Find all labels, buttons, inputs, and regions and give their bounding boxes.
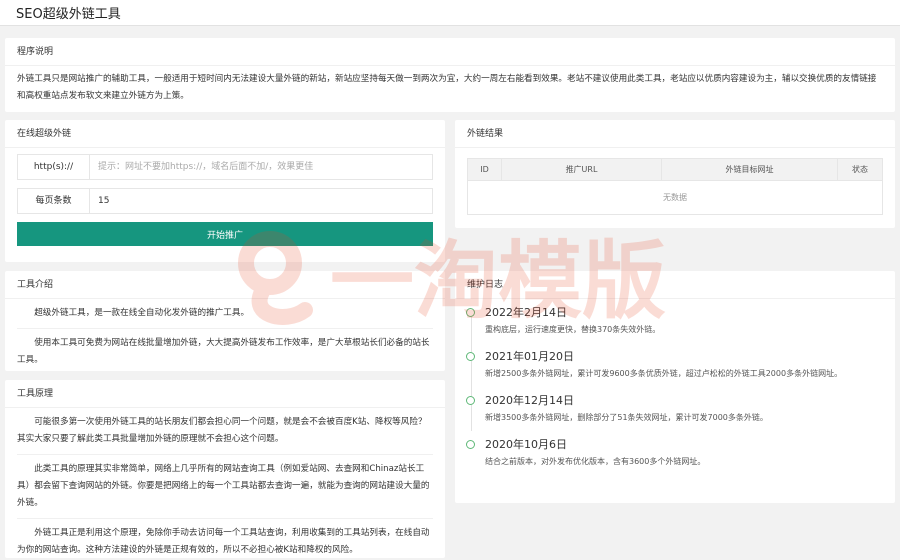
program-title: 程序说明	[5, 38, 895, 66]
principle-paragraph: 此类工具的原理其实非常简单，网络上几乎所有的网站查询工具（例如爱站网、去查网和C…	[17, 455, 433, 519]
log-text: 结合之前版本，对外发布优化版本，含有3600多个外链网址。	[485, 457, 706, 466]
per-page-label: 每页条数	[17, 188, 89, 214]
url-input[interactable]	[89, 154, 433, 180]
empty-text: 无数据	[467, 180, 883, 215]
log-card: 维护日志 2022年2月14日 重构底层，运行速度更快，替换370条失效外链。 …	[455, 271, 895, 503]
timeline-dot-icon	[466, 352, 475, 361]
timeline-item: 2021年01月20日 新增2500多条外链网址，累计可发9600多条优质外链，…	[466, 349, 895, 383]
col-target-url: 外链目标网址	[661, 158, 838, 181]
log-date: 2022年2月14日	[485, 306, 567, 319]
per-page-input[interactable]	[89, 188, 433, 214]
timeline-item: 2020年10月6日 结合之前版本，对外发布优化版本，含有3600多个外链网址。	[466, 437, 895, 471]
page-header: SEO超级外链工具	[0, 0, 900, 26]
log-text: 新增2500多条外链网址，累计可发9600多条优质外链，超过卢松松的外链工具20…	[485, 369, 843, 378]
intro-title: 工具介绍	[5, 271, 445, 299]
principle-paragraph: 可能很多第一次使用外链工具的站长朋友们都会担心同一个问题，就是会不会被百度K站、…	[17, 408, 433, 455]
intro-paragraph: 超级外链工具，是一款在线全自动化发外链的推广工具。	[17, 299, 433, 329]
principle-title: 工具原理	[5, 380, 445, 408]
log-date: 2020年10月6日	[485, 438, 567, 451]
table-header-row: ID 推广URL 外链目标网址 状态	[467, 158, 883, 181]
log-title: 维护日志	[455, 271, 895, 299]
log-text: 新增3500多条外链网址，删除部分了51条失效网址，累计可发7000多条外链。	[485, 413, 768, 422]
timeline-dot-icon	[466, 396, 475, 405]
principle-paragraph: 外链工具正是利用这个原理，免除你手动去访问每一个工具站查询，利用收集到的工具站列…	[17, 528, 430, 555]
timeline-item: 2020年12月14日 新增3500多条外链网址，删除部分了51条失效网址，累计…	[466, 393, 895, 427]
col-id: ID	[467, 158, 502, 181]
program-card: 程序说明 外链工具只是网站推广的辅助工具，一般适用于短时间内无法建设大量外链的新…	[5, 38, 895, 112]
principle-card: 工具原理 可能很多第一次使用外链工具的站长朋友们都会担心同一个问题，就是会不会被…	[5, 380, 445, 558]
timeline-dot-icon	[466, 308, 475, 317]
results-title: 外链结果	[455, 120, 895, 148]
url-label: http(s)://	[17, 154, 89, 180]
results-card: 外链结果 ID 推广URL 外链目标网址 状态 无数据	[455, 120, 895, 228]
results-table: ID 推广URL 外链目标网址 状态 无数据	[467, 158, 883, 215]
timeline-dot-icon	[466, 440, 475, 449]
intro-card: 工具介绍 超级外链工具，是一款在线全自动化发外链的推广工具。 使用本工具可免费为…	[5, 271, 445, 371]
online-card: 在线超级外链 http(s):// 每页条数 开始推广	[5, 120, 445, 262]
timeline: 2022年2月14日 重构底层，运行速度更快，替换370条失效外链。 2021年…	[455, 299, 895, 471]
page-title: SEO超级外链工具	[16, 7, 131, 22]
log-text: 重构底层，运行速度更快，替换370条失效外链。	[485, 325, 661, 334]
intro-paragraph: 使用本工具可免费为网站在线批量增加外链，大大提高外链发布工作效率，是广大草根站长…	[17, 338, 430, 365]
program-text: 外链工具只是网站推广的辅助工具，一般适用于短时间内无法建设大量外链的新站，新站应…	[17, 74, 877, 101]
col-promo-url: 推广URL	[501, 158, 662, 181]
table-row: 无数据	[467, 180, 883, 215]
log-date: 2020年12月14日	[485, 394, 574, 407]
online-title: 在线超级外链	[5, 120, 445, 148]
start-promotion-button[interactable]: 开始推广	[17, 222, 433, 246]
log-date: 2021年01月20日	[485, 350, 574, 363]
timeline-axis	[471, 315, 472, 431]
col-status: 状态	[837, 158, 883, 181]
timeline-item: 2022年2月14日 重构底层，运行速度更快，替换370条失效外链。	[466, 305, 895, 339]
